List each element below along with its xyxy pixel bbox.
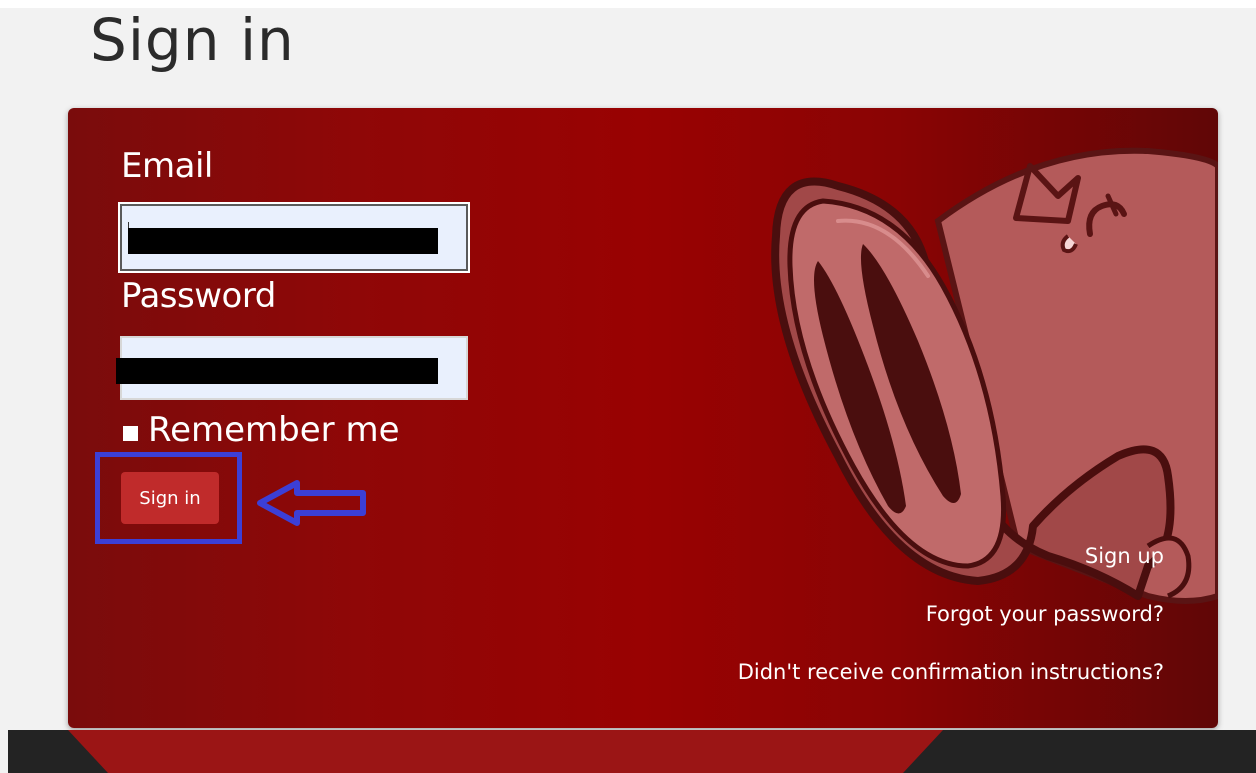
- password-field[interactable]: [116, 336, 468, 400]
- page-title: Sign in: [90, 6, 295, 74]
- email-label: Email: [121, 146, 213, 186]
- remember-me-checkbox[interactable]: [123, 426, 138, 441]
- footer-bar: [8, 730, 1256, 773]
- confirmation-instructions-link[interactable]: Didn't receive confirmation instructions…: [738, 660, 1164, 684]
- email-field[interactable]: [118, 202, 470, 273]
- password-redaction: [116, 358, 438, 384]
- left-arrow-icon: [257, 480, 366, 526]
- footer-red-banner: [68, 730, 943, 773]
- annotation-highlight-box: [95, 452, 242, 544]
- password-label: Password: [121, 276, 276, 316]
- remember-me-label: Remember me: [148, 410, 400, 450]
- sign-up-link[interactable]: Sign up: [1085, 544, 1164, 568]
- forgot-password-link[interactable]: Forgot your password?: [926, 602, 1164, 626]
- email-redaction: [128, 228, 438, 254]
- signin-panel: Email Password Remember me Sign in Sign …: [68, 108, 1218, 728]
